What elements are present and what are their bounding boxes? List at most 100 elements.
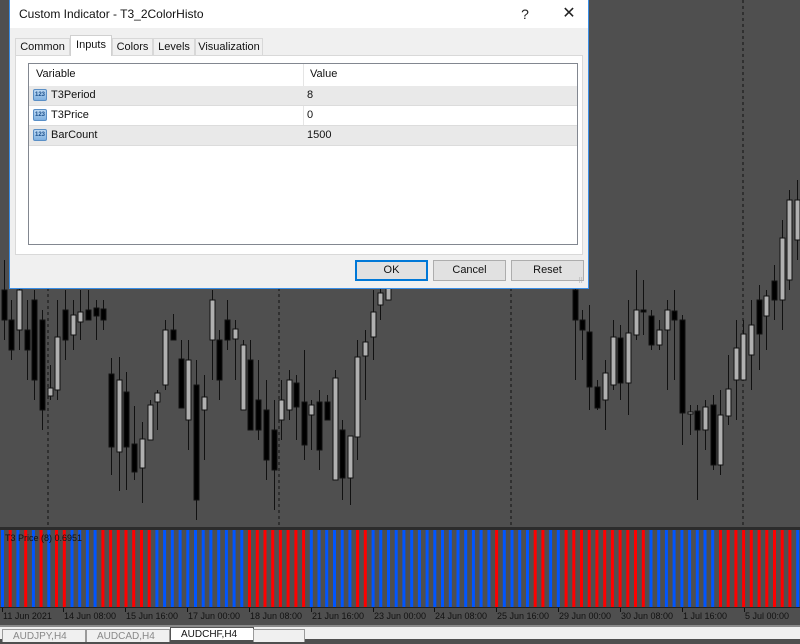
bull-candle xyxy=(185,359,192,421)
inputs-grid: Variable Value 123 T3Period 8 123 T3Pric… xyxy=(28,63,578,245)
histogram-bar xyxy=(657,530,661,607)
bull-candle xyxy=(610,336,617,386)
bull-candle xyxy=(779,237,786,301)
bear-candle xyxy=(640,309,647,313)
tab-inputs[interactable]: Inputs xyxy=(70,35,112,56)
bear-candle xyxy=(617,337,624,384)
column-header-variable[interactable]: Variable xyxy=(36,65,76,84)
inputs-panel: Variable Value 123 T3Period 8 123 T3Pric… xyxy=(15,55,583,255)
variable-value[interactable]: 0 xyxy=(307,106,313,125)
histogram-bar xyxy=(495,530,499,607)
histogram-bar xyxy=(757,530,761,607)
bear-candle xyxy=(572,289,579,321)
histogram-bar xyxy=(379,530,383,607)
histogram-bar xyxy=(664,530,668,607)
histogram-bar xyxy=(387,530,390,607)
histogram-series xyxy=(1,530,800,607)
bear-candle xyxy=(263,409,270,461)
histogram-bar xyxy=(703,530,707,607)
bull-candle xyxy=(377,292,384,306)
histogram-bar xyxy=(564,530,568,607)
bear-candle xyxy=(710,404,717,466)
bear-candle xyxy=(216,339,223,381)
bull-candle xyxy=(362,341,369,357)
reset-button[interactable]: Reset xyxy=(511,260,584,281)
histogram-bar xyxy=(773,530,776,607)
histogram-bar xyxy=(302,530,306,607)
tab-visualization[interactable]: Visualization xyxy=(195,38,263,55)
variable-name: T3Period xyxy=(51,89,96,101)
variable-value[interactable]: 1500 xyxy=(307,126,331,145)
bear-candle xyxy=(594,386,601,409)
bull-candle xyxy=(347,435,354,479)
grid-row[interactable]: 123 T3Price 0 xyxy=(29,106,577,126)
grid-row[interactable]: 123 BarCount 1500 xyxy=(29,126,577,146)
bull-candle xyxy=(740,333,747,381)
time-label: 25 Jun 16:00 xyxy=(497,611,550,621)
bear-candle xyxy=(131,443,138,473)
indicator-subwindow[interactable]: T3 Price (8) 0.6951 xyxy=(0,530,800,607)
histogram-bar xyxy=(580,530,583,607)
bear-candle xyxy=(293,382,300,408)
histogram-bar xyxy=(626,530,630,607)
time-label: 23 Jun 00:00 xyxy=(374,611,427,621)
histogram-bar xyxy=(93,530,97,607)
histogram-bar xyxy=(394,530,398,607)
histogram-bar xyxy=(510,530,514,607)
histogram-bar xyxy=(101,530,105,607)
bull-candle xyxy=(47,387,54,397)
histogram-bar xyxy=(271,530,275,607)
histogram-bar xyxy=(410,530,414,607)
bear-candle xyxy=(108,373,115,448)
close-button[interactable]: ✕ xyxy=(558,3,580,25)
bull-candle xyxy=(154,392,161,403)
histogram-bar xyxy=(649,530,653,607)
histogram-bar xyxy=(441,530,444,607)
bull-candle xyxy=(370,311,377,338)
number-icon: 123 xyxy=(33,89,47,101)
bear-candle xyxy=(247,359,254,431)
variable-value[interactable]: 8 xyxy=(307,86,313,105)
bear-candle xyxy=(648,315,655,346)
histogram-bar xyxy=(518,530,522,607)
histogram-bar xyxy=(333,530,336,607)
bull-candle xyxy=(794,199,800,241)
column-header-value[interactable]: Value xyxy=(310,65,337,84)
histogram-bar xyxy=(464,530,468,607)
bear-candle xyxy=(586,331,593,388)
histogram-bar xyxy=(140,530,143,607)
tab-colors[interactable]: Colors xyxy=(112,38,153,55)
histogram-bar xyxy=(186,530,190,607)
histogram-bar xyxy=(278,530,282,607)
histogram-bar xyxy=(711,530,715,607)
cancel-button[interactable]: Cancel xyxy=(433,260,506,281)
bear-candle xyxy=(694,410,701,431)
help-button[interactable]: ? xyxy=(515,4,535,24)
variable-name: T3Price xyxy=(51,109,89,121)
histogram-bar xyxy=(309,530,313,607)
chart-tab-audchf[interactable]: AUDCHF,H4 xyxy=(170,627,254,640)
chart-tab-audcad[interactable]: AUDCAD,H4 xyxy=(86,629,170,642)
ok-button[interactable]: OK xyxy=(355,260,428,281)
histogram-bar xyxy=(363,530,367,607)
bull-candle xyxy=(54,336,61,391)
chart-tab-audjpy[interactable]: AUDJPY,H4 xyxy=(2,629,86,642)
bull-candle xyxy=(385,287,392,301)
resize-grip-icon[interactable]: ⠿ xyxy=(578,278,586,286)
bear-candle xyxy=(31,299,38,381)
histogram-bar xyxy=(240,530,244,607)
histogram-bar xyxy=(742,530,746,607)
tab-levels[interactable]: Levels xyxy=(153,38,195,55)
bear-candle xyxy=(8,319,15,351)
histogram-bar xyxy=(471,530,475,607)
tab-common[interactable]: Common xyxy=(15,38,70,55)
histogram-bar xyxy=(549,530,553,607)
histogram-bar xyxy=(780,530,784,607)
grid-row[interactable]: 123 T3Period 8 xyxy=(29,86,577,106)
dialog-titlebar[interactable]: Custom Indicator - T3_2ColorHisto ? ✕ xyxy=(10,0,588,28)
histogram-bar xyxy=(348,530,352,607)
bull-candle xyxy=(717,414,724,466)
time-label: 17 Jun 00:00 xyxy=(188,611,241,621)
histogram-bar xyxy=(587,530,591,607)
bear-candle xyxy=(679,319,686,414)
